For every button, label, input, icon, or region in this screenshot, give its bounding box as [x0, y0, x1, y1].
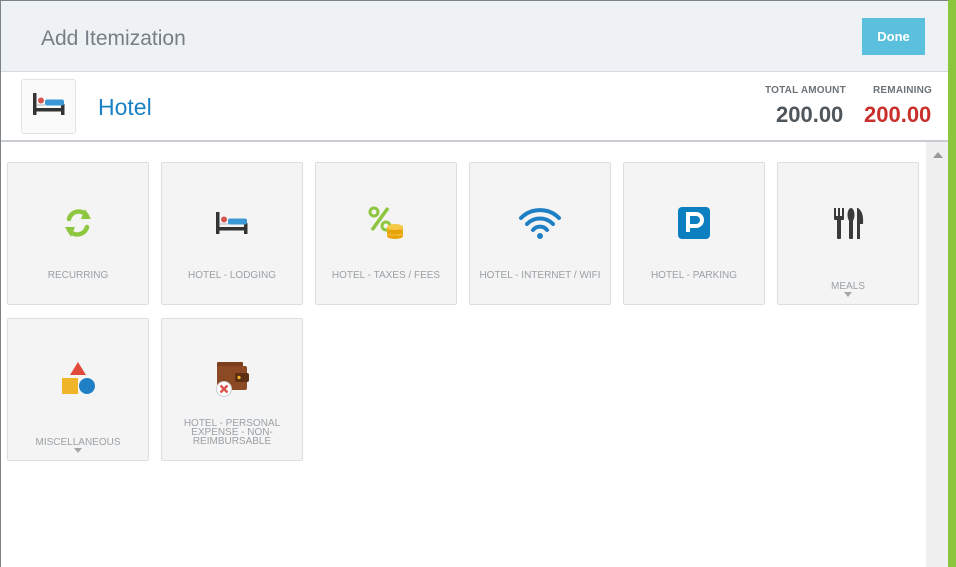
tile-label: RECURRING — [47, 270, 109, 281]
itemization-tile-grid: RECURRING HOTEL - LODGING HOTEL - TAXES … — [1, 142, 926, 567]
shapes-icon — [60, 361, 96, 402]
hotel-bed-icon — [31, 91, 67, 122]
parking-icon — [677, 206, 711, 245]
tile-hotel-personal-expense[interactable]: HOTEL - PERSONAL EXPENSE - NON-REIMBURSA… — [161, 318, 303, 461]
tile-label: HOTEL - PERSONAL EXPENSE - NON-REIMBURSA… — [183, 418, 281, 447]
total-amount-value: 200.00 — [776, 102, 844, 127]
chevron-down-icon — [74, 448, 82, 453]
tile-label: HOTEL - LODGING — [188, 270, 276, 281]
hotel-bed-icon — [214, 210, 250, 241]
tile-hotel-parking[interactable]: HOTEL - PARKING — [623, 162, 765, 305]
scroll-up-arrow-icon[interactable] — [933, 152, 943, 158]
wallet-x-icon — [213, 360, 251, 403]
wifi-icon — [518, 206, 562, 245]
percent-coins-icon — [366, 205, 406, 246]
tile-hotel-internet-wifi[interactable]: HOTEL - INTERNET / WIFI — [469, 162, 611, 305]
scrollbar[interactable] — [926, 142, 948, 567]
fork-knife-icon — [831, 206, 865, 245]
tile-label: MEALS — [831, 281, 865, 292]
tile-miscellaneous[interactable]: MISCELLANEOUS — [7, 318, 149, 461]
tile-label: HOTEL - PARKING — [650, 270, 738, 281]
remaining-value: 200.00 — [864, 102, 932, 127]
total-amount-label: TOTAL AMOUNT — [765, 85, 846, 96]
expense-type-icon-box — [21, 79, 76, 134]
recurring-icon — [61, 206, 95, 245]
tile-hotel-lodging[interactable]: HOTEL - LODGING — [161, 162, 303, 305]
dialog-header: Add Itemization Done — [1, 1, 948, 72]
tile-hotel-taxes-fees[interactable]: HOTEL - TAXES / FEES — [315, 162, 457, 305]
tile-label: HOTEL - INTERNET / WIFI — [479, 270, 601, 281]
side-accent-bar — [948, 0, 956, 567]
tile-meals[interactable]: MEALS — [777, 162, 919, 305]
done-button[interactable]: Done — [862, 18, 925, 55]
itemization-dialog: Add Itemization Done Hotel TOTAL AMOUNT … — [0, 0, 948, 567]
tile-label: MISCELLANEOUS — [35, 437, 121, 448]
chevron-down-icon — [844, 292, 852, 297]
tile-label: HOTEL - TAXES / FEES — [331, 270, 441, 281]
remaining-label: REMAINING — [873, 85, 933, 96]
expense-summary: Hotel TOTAL AMOUNT 200.00 REMAINING 200.… — [1, 72, 948, 142]
dialog-title: Add Itemization — [41, 27, 186, 50]
tile-recurring[interactable]: RECURRING — [7, 162, 149, 305]
expense-type-name: Hotel — [98, 94, 152, 120]
